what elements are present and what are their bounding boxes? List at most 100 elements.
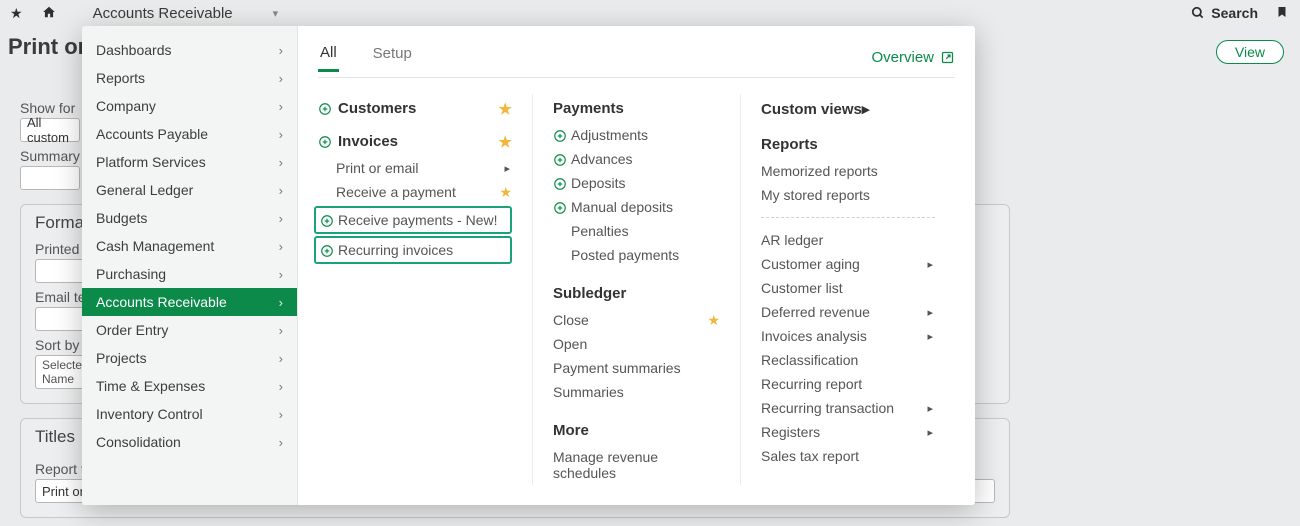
home-icon[interactable] [41, 5, 57, 22]
sidebar-item-label: Dashboards [96, 42, 172, 58]
link-invoices-analysis[interactable]: Invoices analysis▸ [761, 324, 935, 348]
link-sales-tax-report[interactable]: Sales tax report [761, 444, 935, 468]
chevron-right-icon: › [279, 351, 283, 366]
link-close[interactable]: Close★ [553, 308, 720, 332]
chevron-right-icon: › [279, 435, 283, 450]
view-button[interactable]: View [1216, 40, 1284, 64]
sidebar-item[interactable]: Inventory Control› [82, 400, 297, 428]
chevron-right-icon: ▸ [927, 306, 933, 319]
plus-icon[interactable] [553, 127, 567, 143]
plus-icon[interactable] [320, 212, 334, 228]
link-ar-ledger[interactable]: AR ledger [761, 228, 935, 252]
chevron-right-icon: › [279, 323, 283, 338]
sidebar-item[interactable]: Accounts Receivable› [82, 288, 297, 316]
link-manage-revenue-schedules[interactable]: Manage revenue schedules [553, 445, 720, 485]
link-memorized-reports[interactable]: Memorized reports [761, 159, 935, 183]
chevron-right-icon: ▸ [927, 402, 933, 415]
sidebar-item[interactable]: Time & Expenses› [82, 372, 297, 400]
sidebar-item[interactable]: Cash Management› [82, 232, 297, 260]
sidebar-item[interactable]: General Ledger› [82, 176, 297, 204]
link-reclassification[interactable]: Reclassification [761, 348, 935, 372]
sidebar-item-label: Budgets [96, 210, 147, 226]
link-summaries[interactable]: Summaries [553, 380, 720, 404]
more-heading: More [553, 422, 720, 439]
bookmark-icon[interactable] [1276, 4, 1288, 22]
chevron-right-icon: › [279, 183, 283, 198]
chevron-right-icon: › [279, 267, 283, 282]
plus-icon[interactable] [318, 100, 332, 117]
star-icon[interactable]: ★ [707, 312, 720, 329]
link-customer-list[interactable]: Customer list [761, 276, 935, 300]
sidebar-item[interactable]: Projects› [82, 344, 297, 372]
menu-col-3: Custom views▸ Reports Memorized reports … [741, 94, 955, 485]
menu-col-1: Customers ★ Invoices ★ Print or email [318, 94, 533, 485]
plus-icon[interactable] [553, 151, 567, 167]
plus-icon[interactable] [318, 133, 332, 150]
overview-link[interactable]: Overview [871, 49, 955, 66]
link-my-stored-reports[interactable]: My stored reports [761, 183, 935, 207]
link-registers[interactable]: Registers▸ [761, 420, 935, 444]
chevron-right-icon: ▸ [504, 162, 510, 175]
module-sidebar: Dashboards›Reports›Company›Accounts Paya… [82, 26, 298, 505]
star-icon[interactable]: ★ [499, 184, 512, 201]
link-customer-aging[interactable]: Customer aging▸ [761, 252, 935, 276]
link-receive-payments-new[interactable]: Receive payments - New! [320, 208, 506, 232]
search-button[interactable]: Search [1191, 5, 1258, 21]
chevron-right-icon: › [279, 43, 283, 58]
link-recurring-transaction[interactable]: Recurring transaction▸ [761, 396, 935, 420]
plus-icon[interactable] [553, 175, 567, 191]
sidebar-item[interactable]: Budgets› [82, 204, 297, 232]
star-icon[interactable]: ★ [499, 133, 512, 151]
tab-setup[interactable]: Setup [371, 45, 414, 70]
menu-col-2: Payments Adjustments Advances Deposits M… [533, 94, 741, 485]
search-label: Search [1211, 5, 1258, 21]
link-posted-payments[interactable]: Posted payments [553, 243, 720, 267]
sidebar-item-label: Platform Services [96, 154, 206, 170]
chevron-right-icon: › [279, 239, 283, 254]
chevron-right-icon: › [279, 127, 283, 142]
link-receive-a-payment[interactable]: Receive a payment ★ [318, 180, 512, 204]
sidebar-item[interactable]: Reports › [82, 64, 297, 92]
sidebar-item[interactable]: Order Entry› [82, 316, 297, 344]
module-dropdown[interactable]: Accounts Receivable ▾ [93, 5, 279, 22]
subledger-heading: Subledger [553, 285, 720, 302]
sidebar-item[interactable]: Dashboards › [82, 36, 297, 64]
tab-all[interactable]: All [318, 44, 339, 72]
link-deposits[interactable]: Deposits [553, 171, 720, 195]
link-adjustments[interactable]: Adjustments [553, 123, 720, 147]
sidebar-item[interactable]: Company› [82, 92, 297, 120]
chevron-right-icon: › [279, 71, 283, 86]
customers-heading[interactable]: Customers ★ [318, 100, 512, 117]
sidebar-item[interactable]: Platform Services › [82, 148, 297, 176]
chevron-right-icon: ▸ [927, 258, 933, 271]
link-recurring-invoices[interactable]: Recurring invoices [320, 238, 506, 262]
chevron-right-icon: › [279, 407, 283, 422]
summary-field[interactable] [20, 166, 80, 190]
chevron-right-icon: ▸ [927, 330, 933, 343]
link-open[interactable]: Open [553, 332, 720, 356]
sidebar-item[interactable]: Consolidation› [82, 428, 297, 456]
link-deferred-revenue[interactable]: Deferred revenue▸ [761, 300, 935, 324]
link-payment-summaries[interactable]: Payment summaries [553, 356, 720, 380]
sidebar-item-label: Company [96, 98, 156, 114]
chevron-right-icon: › [279, 155, 283, 170]
chevron-right-icon: ▸ [862, 100, 870, 118]
star-icon[interactable]: ★ [10, 5, 23, 22]
link-print-or-email[interactable]: Print or email ▸ [318, 156, 512, 180]
sidebar-item-label: Time & Expenses [96, 378, 205, 394]
star-icon[interactable]: ★ [499, 100, 512, 118]
custom-views-heading[interactable]: Custom views▸ [761, 100, 935, 118]
sidebar-item[interactable]: Accounts Payable› [82, 120, 297, 148]
invoices-heading[interactable]: Invoices ★ [318, 133, 512, 150]
link-manual-deposits[interactable]: Manual deposits [553, 195, 720, 219]
sidebar-item-label: Reports [96, 70, 145, 86]
show-for-field[interactable]: All custom [20, 118, 80, 142]
sidebar-item[interactable]: Purchasing› [82, 260, 297, 288]
sidebar-item-label: Accounts Receivable [96, 294, 227, 310]
link-recurring-report[interactable]: Recurring report [761, 372, 935, 396]
plus-icon[interactable] [553, 199, 567, 215]
link-advances[interactable]: Advances [553, 147, 720, 171]
plus-icon[interactable] [320, 242, 334, 258]
divider [761, 217, 935, 218]
link-penalties[interactable]: Penalties [553, 219, 720, 243]
